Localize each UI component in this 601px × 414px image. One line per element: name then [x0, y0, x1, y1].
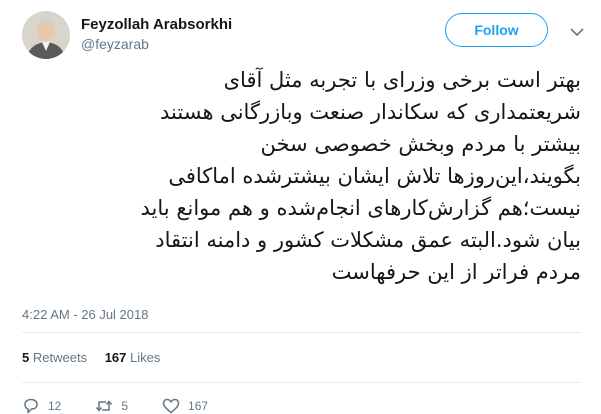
divider	[22, 382, 581, 383]
tweet-card: Feyzollah Arabsorkhi @feyzarab Follow به…	[0, 0, 601, 414]
follow-button[interactable]: Follow	[445, 13, 548, 47]
caret-down-icon[interactable]	[570, 24, 584, 37]
likes-label: Likes	[130, 350, 161, 365]
retweet-icon	[96, 400, 113, 412]
retweet-button[interactable]: 5	[95, 398, 128, 414]
tweet-actions: 12 5 167	[22, 398, 242, 414]
reply-button[interactable]: 12	[22, 398, 61, 414]
reply-count: 12	[48, 399, 62, 413]
heart-icon	[162, 398, 180, 414]
avatar[interactable]	[22, 11, 70, 59]
like-count: 167	[188, 399, 209, 413]
likes-count: 167	[104, 350, 127, 365]
tweet-timestamp[interactable]: 4:22 AM - 26 Jul 2018	[22, 307, 148, 322]
user-handle[interactable]: @feyzarab	[81, 36, 149, 52]
retweets-stat[interactable]: 5 Retweets	[22, 350, 87, 365]
reply-icon	[24, 398, 38, 414]
tweet-text: بهتر است برخی وزرای با تجربه مثل آقای شر…	[140, 68, 581, 284]
user-name[interactable]: Feyzollah Arabsorkhi	[81, 16, 232, 33]
tweet-stats: 5 Retweets 167 Likes	[22, 350, 174, 365]
likes-stat[interactable]: 167 Likes	[105, 350, 161, 365]
retweet-count: 5	[121, 399, 129, 413]
retweets-label: Retweets	[32, 350, 88, 365]
like-button[interactable]: 167	[162, 398, 208, 414]
divider	[22, 332, 581, 333]
retweets-count: 5	[22, 350, 30, 365]
